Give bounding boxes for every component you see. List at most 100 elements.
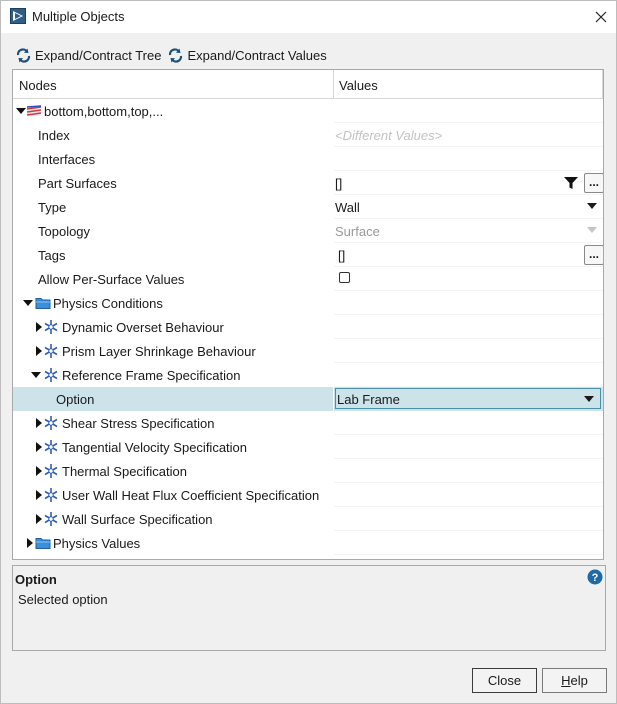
expanded-triangle-icon[interactable] [31, 370, 41, 380]
tree-row-value [334, 435, 603, 459]
tree-row-label: Physics Values [53, 536, 141, 551]
tree-row-topology[interactable]: Topology Surface [13, 219, 603, 243]
physics-condition-icon [44, 344, 58, 358]
tree-header: Nodes Values [13, 70, 603, 99]
tree-row-value [334, 411, 603, 435]
physics-condition-icon [44, 488, 58, 502]
column-divider[interactable] [333, 70, 334, 98]
tree-row-label: Tags [38, 248, 66, 263]
tree-row-option[interactable]: Option Lab Frame [13, 387, 603, 411]
physics-condition-icon [44, 464, 58, 478]
allow-per-surface-values-checkbox[interactable] [339, 272, 350, 283]
tree-row-allow-per-surface-values[interactable]: Allow Per-Surface Values [13, 267, 603, 291]
folder-icon [35, 298, 51, 309]
app-logo-icon [10, 8, 26, 24]
tree-row-thermal-specification[interactable]: Thermal Specification [13, 459, 603, 483]
folder-icon [35, 538, 51, 549]
tree-row-label: Type [38, 200, 67, 215]
filter-icon [564, 177, 578, 189]
tree-row-label: Prism Layer Shrinkage Behaviour [62, 344, 256, 359]
tree-row-reference-frame-specification[interactable]: Reference Frame Specification [13, 363, 603, 387]
option-value: Lab Frame [337, 392, 400, 407]
tree-row-value [334, 459, 603, 483]
tree-row-label: Option [56, 392, 95, 407]
collapsed-triangle-icon[interactable] [25, 538, 35, 548]
expand-contract-values-label: Expand/Contract Values [187, 47, 327, 63]
tree-row-value [334, 531, 603, 555]
physics-condition-icon [44, 416, 58, 430]
tree-row-label: Shear Stress Specification [62, 416, 215, 431]
tree-row-interfaces[interactable]: Interfaces [13, 147, 603, 171]
ellipsis-label: ... [589, 247, 600, 261]
tree-row-boundaries[interactable]: bottom,bottom,top,... [13, 99, 603, 123]
interfaces-value [334, 147, 603, 171]
tree-row-label: Dynamic Overset Behaviour [62, 320, 224, 335]
physics-condition-icon [44, 368, 58, 382]
tree-row-label: Thermal Specification [62, 464, 187, 479]
close-button[interactable]: Close [472, 668, 537, 693]
tree-row-label: Topology [38, 224, 91, 239]
option-dropdown[interactable]: Lab Frame [335, 388, 601, 409]
svg-text:?: ? [592, 572, 599, 584]
tree-row-value [334, 315, 603, 339]
toolbar: Expand/Contract Tree Expand/Contract Val… [15, 45, 333, 65]
tree-row-value [334, 291, 603, 315]
tree-row-physics-values[interactable]: Physics Values [13, 531, 603, 555]
column-divider [602, 70, 603, 98]
title-bar: Multiple Objects [1, 1, 616, 33]
refresh-icon [169, 47, 183, 63]
tree-row-label: Physics Conditions [53, 296, 163, 311]
expand-contract-values-button[interactable]: Expand/Contract Values [167, 47, 327, 64]
tree-row-index[interactable]: Index <Different Values> [13, 123, 603, 147]
type-value: Wall [335, 200, 360, 215]
tree-row-label: Reference Frame Specification [62, 368, 241, 383]
tree-row-label: Index [38, 128, 70, 143]
close-window-icon[interactable] [591, 7, 611, 27]
multiple-objects-dialog: Multiple Objects Expand/Contract Tree Ex… [0, 0, 617, 704]
tree-row-value [334, 339, 603, 363]
index-value: <Different Values> [335, 128, 443, 143]
chevron-down-icon [587, 227, 597, 233]
part-surfaces-ellipsis-button[interactable]: ... [584, 173, 603, 193]
tree-row-part-surfaces[interactable]: Part Surfaces [] ... [13, 171, 603, 195]
description-text: Selected option [18, 592, 108, 607]
tree-row-shear-stress-specification[interactable]: Shear Stress Specification [13, 411, 603, 435]
tree-row-label: Tangential Velocity Specification [62, 440, 248, 455]
tree-row-user-wall-heat-flux-coefficient-specification[interactable]: User Wall Heat Flux Coefficient Specific… [13, 483, 603, 507]
tree-row-tags[interactable]: Tags [] ... [13, 243, 603, 267]
tree-row-value [334, 99, 603, 123]
values-column-header[interactable]: Values [339, 78, 378, 93]
ellipsis-label: ... [589, 175, 600, 189]
help-button[interactable]: Help [542, 668, 607, 693]
expanded-triangle-icon[interactable] [23, 298, 33, 308]
tree-row-wall-surface-specification[interactable]: Wall Surface Specification [13, 507, 603, 531]
tree-row-label: Interfaces [38, 152, 96, 167]
nodes-column-header[interactable]: Nodes [19, 78, 57, 93]
expanded-triangle-icon[interactable] [16, 106, 26, 116]
topology-dropdown: Surface [334, 219, 603, 243]
tags-ellipsis-button[interactable]: ... [584, 245, 603, 265]
physics-condition-icon [44, 440, 58, 454]
tree-row-dynamic-overset-behaviour[interactable]: Dynamic Overset Behaviour [13, 315, 603, 339]
tree-row-value [334, 507, 603, 531]
description-title: Option [15, 572, 57, 587]
chevron-down-icon [584, 396, 594, 402]
tree-row-label: bottom,bottom,top,... [44, 104, 164, 119]
tree-row-label: User Wall Heat Flux Coefficient Specific… [62, 488, 320, 503]
help-icon[interactable]: ? [587, 569, 603, 585]
window-title: Multiple Objects [32, 9, 125, 24]
physics-condition-icon [44, 320, 58, 334]
part-surfaces-value: [] [335, 176, 343, 191]
description-panel: Option Selected option ? [12, 565, 606, 651]
tree-row-prism-layer-shrinkage-behaviour[interactable]: Prism Layer Shrinkage Behaviour [13, 339, 603, 363]
tree-row-type[interactable]: Type Wall [13, 195, 603, 219]
part-surfaces-filter-button[interactable] [561, 173, 581, 193]
topology-value: Surface [335, 224, 380, 239]
type-dropdown[interactable]: Wall [334, 195, 603, 219]
tree-row-label: Part Surfaces [38, 176, 117, 191]
refresh-icon [16, 47, 31, 63]
tree-row-tangential-velocity-specification[interactable]: Tangential Velocity Specification [13, 435, 603, 459]
tree-row-value [334, 363, 603, 387]
expand-contract-tree-button[interactable]: Expand/Contract Tree [15, 47, 161, 64]
tree-row-physics-conditions[interactable]: Physics Conditions [13, 291, 603, 315]
